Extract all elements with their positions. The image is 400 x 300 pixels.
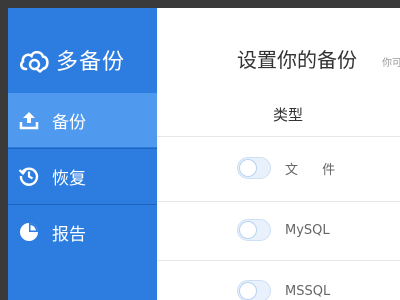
brand-name: 多备份 [56, 50, 126, 75]
sidebar: 多备份 备份 恢复 报告 [8, 8, 157, 300]
column-header-type: 类型 [273, 106, 304, 124]
history-icon [18, 165, 40, 187]
list-item: MSSQL [237, 276, 330, 300]
toggle-switch[interactable] [237, 157, 271, 179]
toggle-switch[interactable] [237, 280, 271, 300]
divider [157, 201, 400, 202]
sidebar-item-backup[interactable]: 备份 [8, 93, 157, 147]
divider [157, 136, 400, 137]
row-label: MySQL [285, 222, 330, 238]
toggle-switch[interactable] [237, 219, 271, 241]
list-item: MySQL [237, 215, 330, 245]
page-subtitle: 你可 [382, 58, 400, 69]
sidebar-item-restore[interactable]: 恢复 [8, 149, 157, 203]
sidebar-item-label: 报告 [52, 224, 86, 245]
toggle-knob [239, 221, 257, 239]
brand: 多备份 [18, 42, 125, 78]
row-label: 文 件 [285, 162, 346, 178]
list-item: 文 件 [237, 153, 345, 183]
cloud-logo-icon [20, 50, 49, 73]
page-title: 设置你的备份 [237, 48, 357, 72]
sidebar-item-label: 备份 [52, 112, 86, 133]
row-label: MSSQL [285, 283, 331, 299]
pie-chart-icon [18, 221, 40, 243]
sidebar-item-label: 恢复 [52, 168, 86, 189]
sidebar-item-report[interactable]: 报告 [8, 205, 157, 259]
toggle-knob [239, 159, 257, 177]
main-panel: 设置你的备份 你可 类型 文 件 MySQL MSSQL [157, 8, 400, 300]
app-window: 多备份 备份 恢复 报告 设置你的备份 你可 类型 文 件 MySQL MSSQ… [8, 8, 400, 300]
upload-icon [18, 109, 40, 131]
divider [157, 260, 400, 261]
toggle-knob [239, 282, 257, 300]
